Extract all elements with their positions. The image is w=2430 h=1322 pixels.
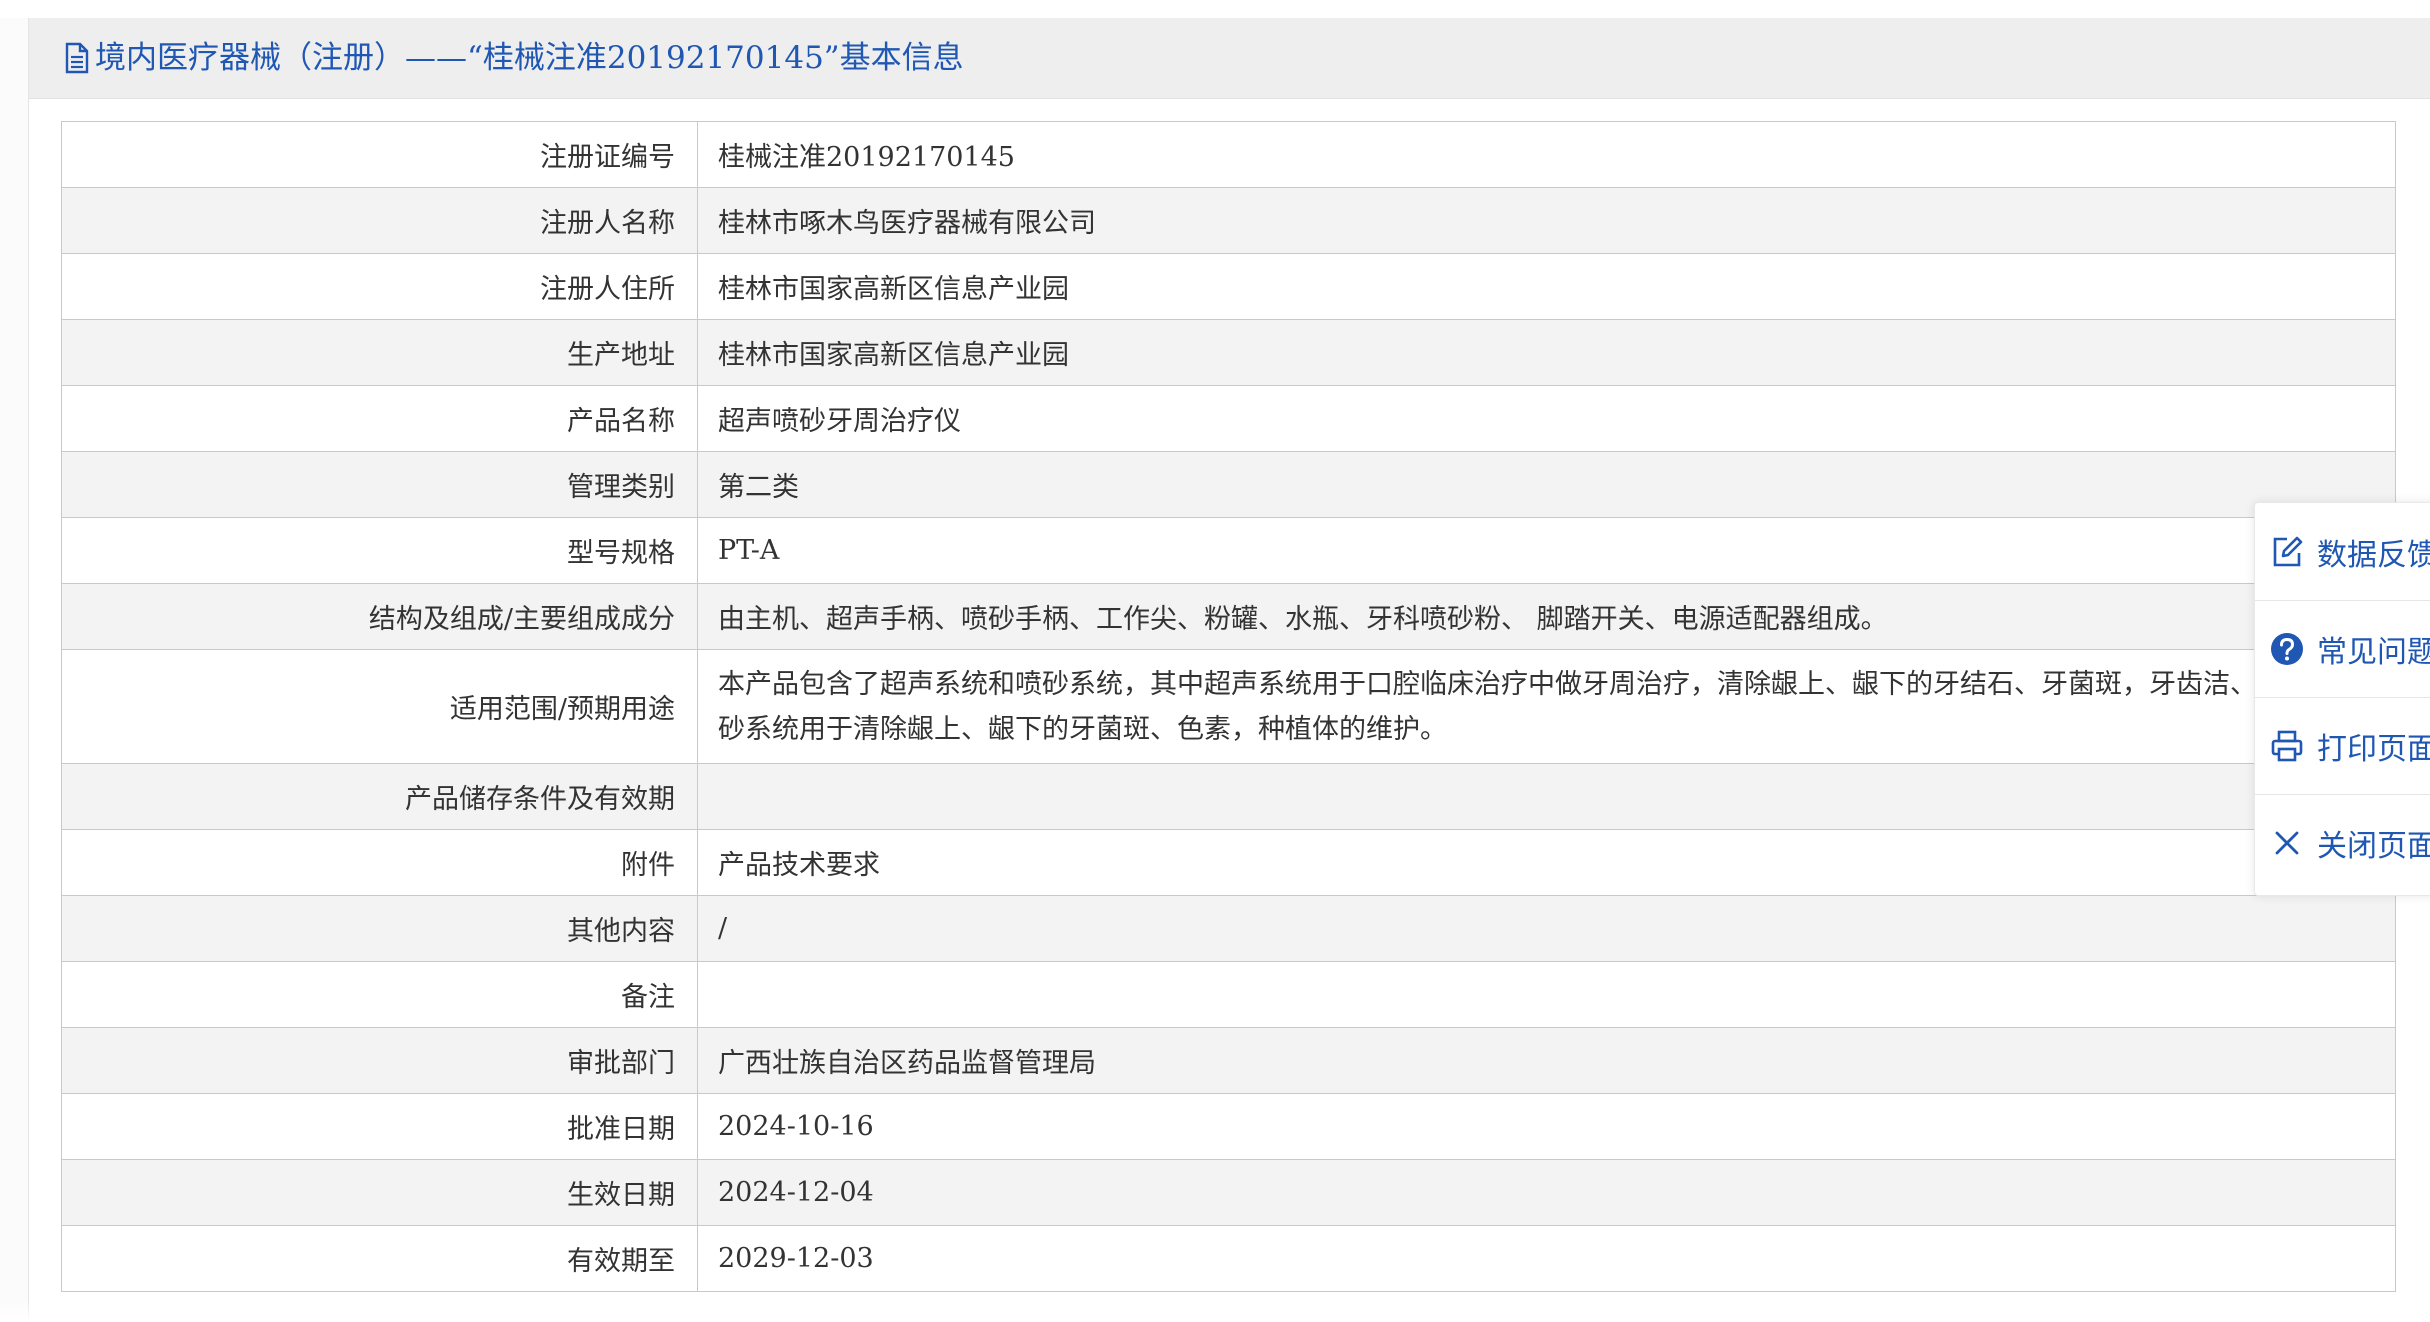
field-label: 备注 xyxy=(61,961,698,1028)
panel-header: 境内医疗器械（注册）——“桂械注准20192170145”基本信息 xyxy=(29,18,2430,99)
field-value: 桂林市国家高新区信息产业园 xyxy=(697,319,2396,386)
document-icon xyxy=(65,42,89,74)
field-value: 广西壮族自治区药品监督管理局 xyxy=(697,1027,2396,1094)
table-row: 备注 xyxy=(61,961,2396,1028)
field-value: 2024-12-04 xyxy=(697,1159,2396,1226)
table-row: 注册证编号 桂械注准20192170145 xyxy=(61,121,2396,188)
field-value: 2024-10-16 xyxy=(697,1093,2396,1160)
print-label: 打印页面 xyxy=(2317,731,2430,767)
field-value: PT-A xyxy=(697,517,2396,584)
field-label: 注册人名称 xyxy=(61,187,698,254)
field-label: 附件 xyxy=(61,829,698,896)
page: 境内医疗器械（注册）——“桂械注准20192170145”基本信息 注册证编号桂… xyxy=(0,0,2430,1322)
edit-icon xyxy=(2273,536,2303,566)
table-row: 型号规格 PT-A xyxy=(61,517,2396,584)
field-label: 型号规格 xyxy=(61,517,698,584)
table-row: 生效日期 2024-12-04 xyxy=(61,1159,2396,1226)
feedback-button[interactable]: 数据反馈 xyxy=(2255,503,2430,601)
print-icon xyxy=(2271,730,2303,761)
field-label: 有效期至 xyxy=(61,1225,698,1292)
table-row: 生产地址 桂林市国家高新区信息产业园 xyxy=(61,319,2396,386)
field-label: 注册人住所 xyxy=(61,253,698,320)
field-label: 生效日期 xyxy=(61,1159,698,1226)
table-row: 审批部门 广西壮族自治区药品监督管理局 xyxy=(61,1027,2396,1094)
faq-button[interactable]: 常见问题 xyxy=(2255,600,2430,698)
bottom-fade xyxy=(0,1300,2430,1322)
feedback-label: 数据反馈 xyxy=(2317,537,2430,573)
field-label: 管理类别 xyxy=(61,451,698,518)
close-page-label: 关闭页面 xyxy=(2317,828,2430,864)
table-row: 其他内容 / xyxy=(61,895,2396,962)
field-value: 超声喷砂牙周治疗仪 xyxy=(697,385,2396,452)
field-label: 注册证编号 xyxy=(61,121,698,188)
field-value: 桂林市国家高新区信息产业园 xyxy=(697,253,2396,320)
field-value: / xyxy=(697,895,2396,962)
table-row: 批准日期 2024-10-16 xyxy=(61,1093,2396,1160)
close-page-button[interactable]: 关闭页面 xyxy=(2255,794,2430,891)
field-label: 产品名称 xyxy=(61,385,698,452)
field-value: 2029-12-03 xyxy=(697,1225,2396,1292)
field-label: 其他内容 xyxy=(61,895,698,962)
field-value: 本产品包含了超声系统和喷砂系统，其中超声系统用于口腔临床治疗中做牙周治疗，清除龈… xyxy=(697,649,2396,764)
field-value: 产品技术要求 xyxy=(697,829,2396,896)
field-label: 审批部门 xyxy=(61,1027,698,1094)
field-value: 桂械注准20192170145 xyxy=(697,121,2396,188)
field-value: 桂林市啄木鸟医疗器械有限公司 xyxy=(697,187,2396,254)
table-row: 产品储存条件及有效期 xyxy=(61,763,2396,830)
floating-toolbar: 数据反馈 常见问题 打印页面 关闭页面 xyxy=(2254,502,2430,896)
top-strip xyxy=(0,0,2430,18)
table-row: 有效期至 2029-12-03 xyxy=(61,1225,2396,1292)
table-row: 适用范围/预期用途 本产品包含了超声系统和喷砂系统，其中超声系统用于口腔临床治疗中… xyxy=(61,649,2396,764)
info-panel: 境内医疗器械（注册）——“桂械注准20192170145”基本信息 注册证编号桂… xyxy=(28,18,2430,1322)
table-row: 结构及组成/主要组成成分 由主机、超声手柄、喷砂手柄、工作尖、粉罐、水瓶、牙科喷砂… xyxy=(61,583,2396,650)
field-value: 由主机、超声手柄、喷砂手柄、工作尖、粉罐、水瓶、牙科喷砂粉、 脚踏开关、电源适配… xyxy=(697,583,2396,650)
field-label: 批准日期 xyxy=(61,1093,698,1160)
field-value: 第二类 xyxy=(697,451,2396,518)
field-label: 适用范围/预期用途 xyxy=(61,649,698,764)
help-icon xyxy=(2271,632,2303,665)
field-label: 生产地址 xyxy=(61,319,698,386)
close-icon xyxy=(2275,831,2299,854)
table-row: 产品名称 超声喷砂牙周治疗仪 xyxy=(61,385,2396,452)
table-row: 附件 产品技术要求 xyxy=(61,829,2396,896)
field-value xyxy=(697,763,2396,830)
page-title: 境内医疗器械（注册）——“桂械注准20192170145”基本信息 xyxy=(95,40,964,76)
table-row: 注册人住所 桂林市国家高新区信息产业园 xyxy=(61,253,2396,320)
table-row: 注册人名称 桂林市啄木鸟医疗器械有限公司 xyxy=(61,187,2396,254)
info-table: 注册证编号 桂械注准20192170145 注册人名称 桂林市啄木鸟医疗器械有限公司注… xyxy=(61,121,2396,1292)
print-button[interactable]: 打印页面 xyxy=(2255,697,2430,795)
field-value xyxy=(697,961,2396,1028)
table-row: 管理类别 第二类 xyxy=(61,451,2396,518)
field-label: 结构及组成/主要组成成分 xyxy=(61,583,698,650)
faq-label: 常见问题 xyxy=(2317,634,2430,670)
field-label: 产品储存条件及有效期 xyxy=(61,763,698,830)
